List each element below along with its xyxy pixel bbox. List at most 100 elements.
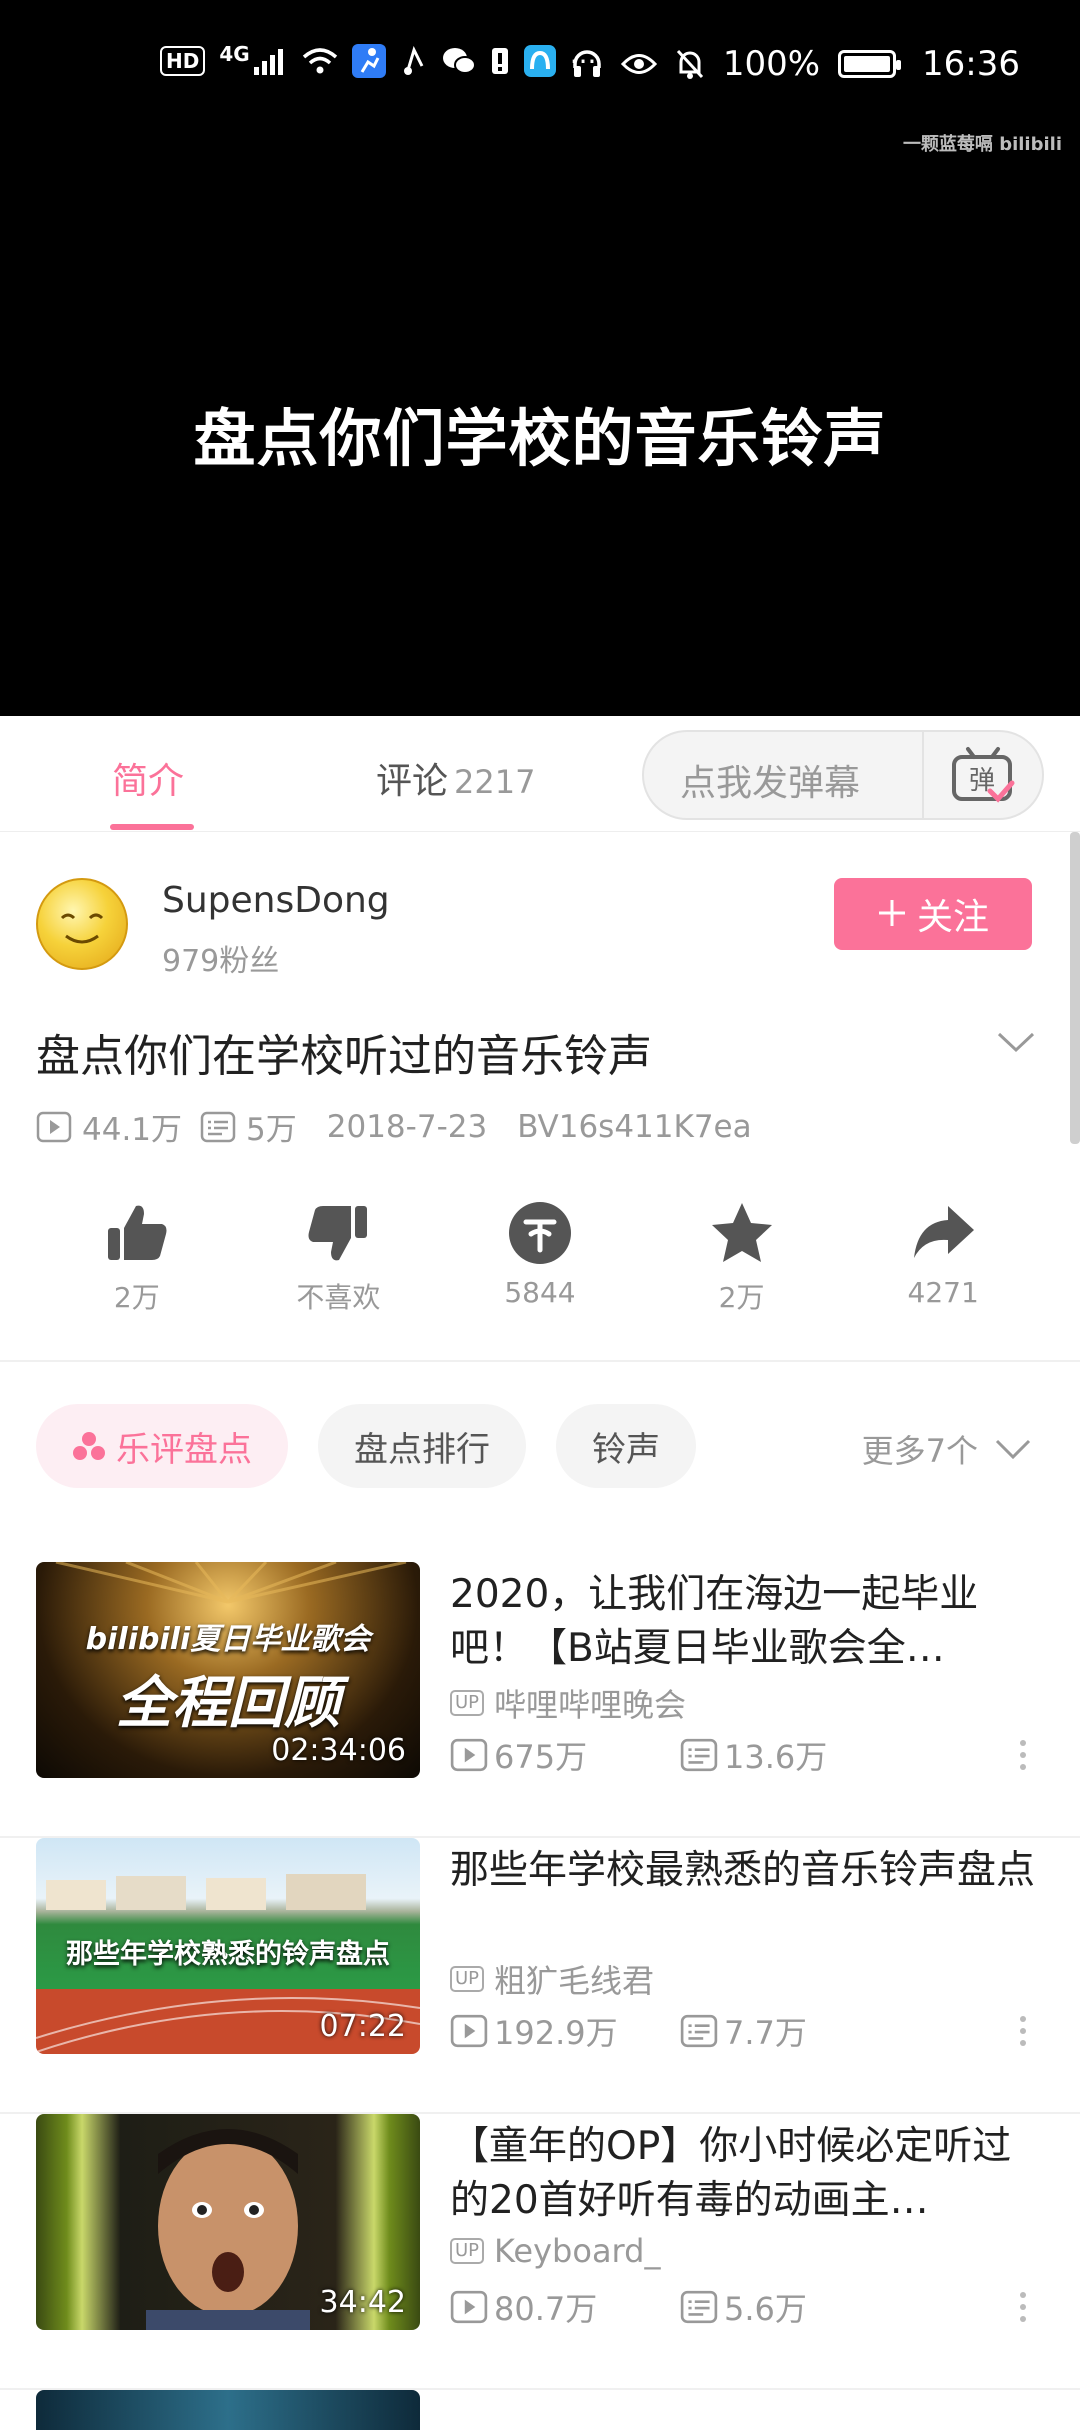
dislike-label: 不喜欢	[296, 1281, 381, 1314]
danmaku-count-value: 13.6万	[724, 1738, 828, 1776]
music-app-icon	[400, 46, 428, 76]
like-count: 2万	[113, 1281, 160, 1314]
tag-label: 铃声	[592, 1429, 660, 1470]
danmaku-count: 7.7万	[680, 2008, 807, 2054]
video-overlay-title: 盘点你们学校的音乐铃声	[193, 402, 887, 475]
signal-icon	[253, 47, 288, 75]
up-badge: UP	[450, 1690, 485, 1716]
publish-date: 2018-7-23	[326, 1108, 488, 1145]
bv-id: BV16s411K7ea	[517, 1108, 752, 1145]
comment-count: 2217	[454, 763, 536, 801]
thumbnail-caption-line2: 全程回顾	[116, 1671, 340, 1736]
view-count: 675万	[450, 1732, 680, 1778]
coin-icon	[508, 1202, 571, 1264]
more-options-icon[interactable]	[1020, 2292, 1026, 2322]
view-count: 192.9万	[450, 2008, 680, 2054]
related-video-item[interactable]: bilibili夏日毕业歌会 全程回顾 02:34:06 2020，让我们在海边…	[0, 1562, 1080, 1838]
dislike-button[interactable]: 不喜欢	[258, 1200, 418, 1340]
like-button[interactable]: 2万	[57, 1200, 217, 1340]
expand-description-button[interactable]	[996, 1030, 1036, 1058]
scroll-indicator[interactable]	[1070, 832, 1080, 1144]
sport-app-icon	[351, 44, 386, 78]
video-thumbnail[interactable]: 那些年学校熟悉的铃声盘点 07:22	[36, 1838, 420, 2054]
danmaku-count-value: 5.6万	[724, 2290, 807, 2328]
uploader-fans: 979粉丝	[162, 944, 280, 979]
wechat-icon	[442, 46, 476, 76]
tab-intro-label: 简介	[112, 761, 185, 802]
view-count-value: 675万	[494, 1738, 588, 1776]
danmaku-placeholder: 点我发弹幕	[680, 763, 861, 804]
danmaku-count-value: 7.7万	[724, 2014, 807, 2052]
uploader-name: Keyboard_	[494, 2232, 661, 2270]
chevron-down-icon	[997, 1032, 1035, 1053]
alert-icon	[490, 46, 510, 76]
play-count-icon	[450, 2014, 488, 2048]
video-thumbnail[interactable]: bilibili夏日毕业歌会 全程回顾 02:34:06	[36, 1562, 420, 1778]
follow-label: 关注	[916, 897, 989, 938]
video-player[interactable]: HD 4G ··· 100% 16:36 一颗蓝莓嗝 bilibili 盘点你们…	[0, 0, 1080, 716]
plus-icon	[877, 892, 907, 936]
status-right: 100% 16:36	[571, 44, 1020, 84]
uploader-name[interactable]: SupensDong	[162, 880, 390, 921]
danmaku-count-icon	[680, 2014, 718, 2048]
danmaku-count: 13.6万	[680, 1732, 827, 1778]
video-duration: 07:22	[319, 2009, 406, 2044]
related-video-stats: 192.9万 7.7万	[450, 2008, 807, 2054]
related-video-item[interactable]: 那些年学校熟悉的铃声盘点 07:22 那些年学校最熟悉的音乐铃声盘点 UP 粗犷…	[0, 1838, 1080, 2114]
video-duration: 34:42	[319, 2285, 406, 2320]
danmaku-toggle-button[interactable]: 弹	[922, 732, 1042, 818]
related-video-title: 【童年的OP】你小时候必定听过的20首好听有毒的动画主…	[450, 2124, 1012, 2223]
tag-label: 盘点排行	[354, 1429, 490, 1470]
danmaku-icon: 弹	[952, 747, 1015, 803]
related-video-uploader[interactable]: UP 哔哩哔哩晚会	[450, 1680, 686, 1726]
danmaku-count: 5.6万	[680, 2284, 807, 2330]
more-options-icon[interactable]	[1020, 2016, 1026, 2046]
mute-bell-icon	[675, 48, 705, 80]
thumbs-down-icon	[308, 1206, 368, 1261]
section-divider	[0, 1360, 1080, 1362]
star-icon	[711, 1203, 772, 1262]
action-bar: 2万 不喜欢 5844 2万 4271	[0, 1200, 1080, 1340]
danmaku-count-icon	[680, 2290, 718, 2324]
danmaku-count-icon	[200, 1111, 236, 1142]
tab-intro[interactable]: 简介	[112, 752, 184, 804]
thumbnail-caption-line1: bilibili夏日毕业歌会	[85, 1622, 371, 1657]
tag-label: 乐评盘点	[116, 1429, 252, 1470]
battery-icon	[838, 50, 902, 78]
up-badge: UP	[450, 1966, 485, 1992]
status-bar: HD 4G ··· 100% 16:36	[0, 0, 1080, 134]
tab-active-indicator	[110, 824, 194, 830]
view-count: 44.1万	[36, 1104, 182, 1149]
view-count-value: 80.7万	[494, 2290, 598, 2328]
tag-chip-ranking[interactable]: 盘点排行	[318, 1404, 526, 1488]
share-count: 4271	[907, 1276, 979, 1309]
more-options-icon[interactable]	[1020, 1740, 1026, 1770]
tag-chip-ringtone[interactable]: 铃声	[556, 1404, 696, 1488]
video-thumbnail[interactable]: 34:42	[36, 2114, 420, 2330]
danmaku-input[interactable]: 点我发弹幕 弹	[642, 730, 1044, 820]
coin-button[interactable]: 5844	[460, 1200, 620, 1340]
play-count-icon	[36, 1111, 72, 1142]
uploader-avatar[interactable]	[36, 878, 128, 970]
favorite-button[interactable]: 2万	[662, 1200, 822, 1340]
eye-icon	[620, 51, 657, 77]
view-count-value: 44.1万	[82, 1112, 183, 1148]
channel-icon	[73, 1432, 105, 1460]
next-item-peek	[0, 2390, 1080, 2430]
video-thumbnail[interactable]	[36, 2390, 420, 2430]
video-duration: 02:34:06	[271, 1733, 406, 1768]
app-icon	[523, 45, 556, 77]
tab-comments[interactable]: 评论 2217	[376, 752, 535, 804]
smiley-face	[60, 913, 104, 944]
share-button[interactable]: 4271	[863, 1200, 1023, 1340]
coin-count: 5844	[504, 1276, 576, 1309]
related-video-uploader[interactable]: UP 粗犷毛线君	[450, 1956, 654, 2002]
related-video-uploader[interactable]: UP Keyboard_	[450, 2232, 660, 2270]
related-video-stats: 675万 13.6万	[450, 1732, 827, 1778]
related-video-list: bilibili夏日毕业歌会 全程回顾 02:34:06 2020，让我们在海边…	[0, 1562, 1080, 2430]
wifi-icon	[302, 47, 338, 75]
more-tags-button[interactable]: 更多7个	[862, 1426, 1032, 1472]
related-video-item[interactable]: 34:42 【童年的OP】你小时候必定听过的20首好听有毒的动画主… UP Ke…	[0, 2114, 1080, 2390]
tag-chip-music-review[interactable]: 乐评盘点	[36, 1404, 288, 1488]
follow-button[interactable]: 关注	[834, 878, 1032, 950]
